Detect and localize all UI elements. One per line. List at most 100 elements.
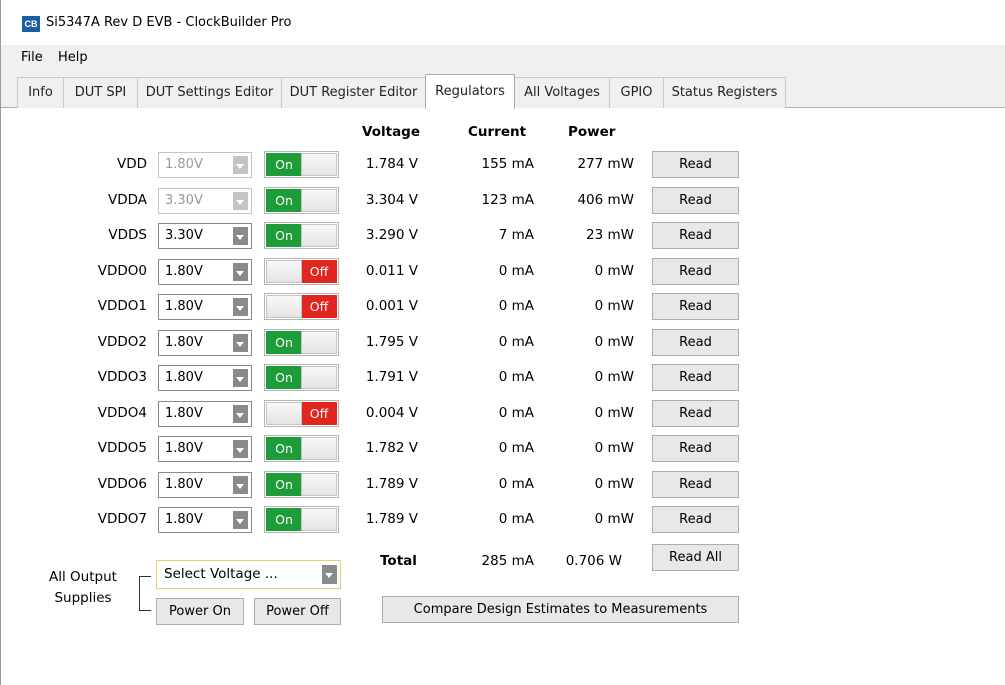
toggle-knob[interactable] <box>301 366 337 389</box>
tab-all-voltages[interactable]: All Voltages <box>514 77 610 108</box>
measured-power: 277 mW <box>577 156 634 172</box>
read-button[interactable]: Read <box>652 151 739 178</box>
chevron-down-icon[interactable] <box>322 565 337 584</box>
toggle-knob[interactable] <box>301 331 337 354</box>
measured-power: 0 mW <box>594 476 634 492</box>
tab-gpio[interactable]: GPIO <box>609 77 664 108</box>
voltage-select[interactable]: 1.80V <box>158 365 252 391</box>
toggle-state-label: On <box>266 224 302 247</box>
measured-current: 0 mA <box>498 369 534 385</box>
power-toggle[interactable]: Off <box>264 258 339 285</box>
power-toggle[interactable]: On <box>264 329 339 356</box>
toggle-knob[interactable] <box>301 437 337 460</box>
regulator-name: VDDA <box>107 192 147 208</box>
tab-bar: Info DUT SPI DUT Settings Editor DUT Reg… <box>1 71 1005 109</box>
power-toggle[interactable]: Off <box>264 293 339 320</box>
read-button[interactable]: Read <box>652 222 739 249</box>
voltage-select-value: 1.80V <box>165 441 203 456</box>
read-button[interactable]: Read <box>652 435 739 462</box>
voltage-select[interactable]: 1.80V <box>158 294 252 320</box>
read-button[interactable]: Read <box>652 187 739 214</box>
chevron-down-icon[interactable] <box>233 511 248 529</box>
measured-current: 0 mA <box>498 440 534 456</box>
power-toggle[interactable]: Off <box>264 400 339 427</box>
regulator-name: VDDO5 <box>97 440 147 456</box>
voltage-select: 1.80V <box>158 152 252 178</box>
select-voltage-dropdown[interactable]: Select Voltage ... <box>156 560 341 589</box>
chevron-down-icon <box>233 192 248 210</box>
power-toggle[interactable]: On <box>264 187 339 214</box>
measured-power: 0 mW <box>594 369 634 385</box>
read-button[interactable]: Read <box>652 293 739 320</box>
read-button[interactable]: Read <box>652 400 739 427</box>
power-toggle[interactable]: On <box>264 364 339 391</box>
voltage-select-value: 1.80V <box>165 406 203 421</box>
measured-power: 0 mW <box>594 263 634 279</box>
voltage-select[interactable]: 1.80V <box>158 330 252 356</box>
toggle-state-label: Off <box>301 295 337 318</box>
chevron-down-icon[interactable] <box>233 440 248 458</box>
total-current: 285 mA <box>481 553 534 569</box>
toggle-knob[interactable] <box>301 508 337 531</box>
all-output-label-line2: Supplies <box>54 590 112 606</box>
chevron-down-icon[interactable] <box>233 369 248 387</box>
tab-regulators[interactable]: Regulators <box>425 74 515 109</box>
power-on-button[interactable]: Power On <box>156 598 244 625</box>
chevron-down-icon[interactable] <box>233 476 248 494</box>
read-button[interactable]: Read <box>652 329 739 356</box>
voltage-select[interactable]: 1.80V <box>158 259 252 285</box>
tab-status-registers[interactable]: Status Registers <box>663 77 786 108</box>
tab-dut-spi[interactable]: DUT SPI <box>63 77 138 108</box>
chevron-down-icon[interactable] <box>233 334 248 352</box>
tab-dut-register-editor[interactable]: DUT Register Editor <box>281 77 426 108</box>
voltage-select[interactable]: 1.80V <box>158 401 252 427</box>
tab-dut-settings-editor[interactable]: DUT Settings Editor <box>137 77 282 108</box>
measured-voltage: 1.782 V <box>365 440 418 456</box>
chevron-down-icon[interactable] <box>233 298 248 316</box>
read-button[interactable]: Read <box>652 471 739 498</box>
read-all-button[interactable]: Read All <box>652 544 739 571</box>
voltage-select[interactable]: 1.80V <box>158 436 252 462</box>
toggle-knob[interactable] <box>266 402 302 425</box>
toggle-knob[interactable] <box>301 153 337 176</box>
current-header: Current <box>468 124 527 140</box>
chevron-down-icon[interactable] <box>233 405 248 423</box>
voltage-select[interactable]: 1.80V <box>158 472 252 498</box>
toggle-knob[interactable] <box>301 473 337 496</box>
toggle-knob[interactable] <box>301 224 337 247</box>
tab-info[interactable]: Info <box>17 77 64 108</box>
voltage-select[interactable]: 1.80V <box>158 507 252 533</box>
menu-file[interactable]: File <box>21 50 43 65</box>
power-toggle[interactable]: On <box>264 506 339 533</box>
clockbuilder-logo-icon: CB <box>22 16 40 32</box>
read-button[interactable]: Read <box>652 506 739 533</box>
regulators-panel: Voltage Current Power VDD 1.80V On 1.784 V 1… <box>1 108 1005 685</box>
read-button[interactable]: Read <box>652 258 739 285</box>
toggle-knob[interactable] <box>266 295 302 318</box>
measured-power: 23 mW <box>586 227 634 243</box>
toggle-knob[interactable] <box>266 260 302 283</box>
measured-power: 406 mW <box>577 192 634 208</box>
measured-current: 0 mA <box>498 405 534 421</box>
chevron-down-icon[interactable] <box>233 263 248 281</box>
toggle-state-label: On <box>266 473 302 496</box>
power-toggle[interactable]: On <box>264 435 339 462</box>
voltage-select[interactable]: 3.30V <box>158 223 252 249</box>
measured-current: 123 mA <box>481 192 534 208</box>
measured-voltage: 3.290 V <box>365 227 418 243</box>
power-toggle[interactable]: On <box>264 222 339 249</box>
measured-current: 155 mA <box>481 156 534 172</box>
power-toggle[interactable]: On <box>264 471 339 498</box>
power-toggle[interactable]: On <box>264 151 339 178</box>
measured-current: 0 mA <box>498 263 534 279</box>
power-header: Power <box>568 124 616 140</box>
chevron-down-icon[interactable] <box>233 227 248 245</box>
voltage-select-value: 1.80V <box>165 512 203 527</box>
toggle-knob[interactable] <box>301 189 337 212</box>
menu-help[interactable]: Help <box>58 50 88 65</box>
compare-estimates-button[interactable]: Compare Design Estimates to Measurements <box>382 596 739 623</box>
regulator-name: VDDO6 <box>97 476 147 492</box>
read-button[interactable]: Read <box>652 364 739 391</box>
power-off-button[interactable]: Power Off <box>254 598 341 625</box>
select-voltage-value: Select Voltage ... <box>164 566 278 582</box>
